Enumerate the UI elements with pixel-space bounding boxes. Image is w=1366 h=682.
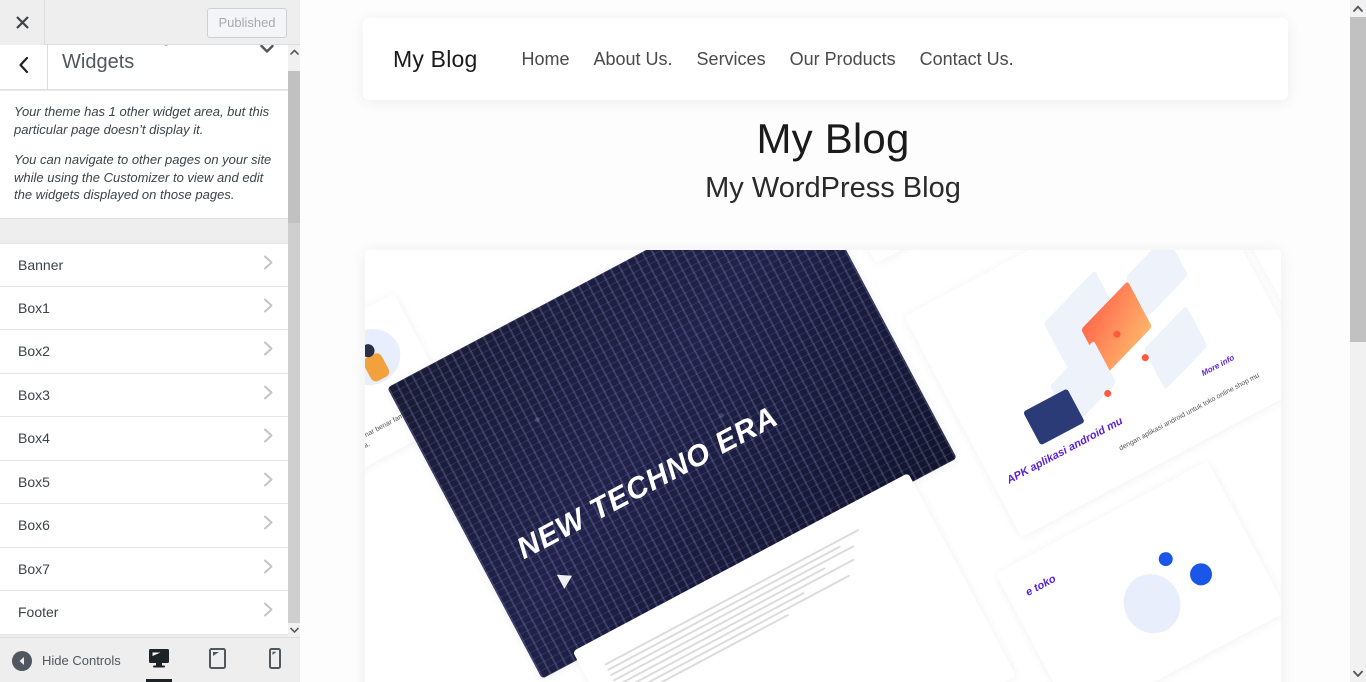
chevron-right-icon (263, 254, 274, 275)
customizer-sidebar: Published You are customizing Widgets (0, 0, 300, 682)
nav-link-about-us[interactable]: About Us. (594, 49, 673, 70)
chevron-right-icon (263, 341, 274, 362)
back-button[interactable] (0, 45, 48, 89)
widget-area-box2[interactable]: Box2 (0, 330, 288, 374)
chevron-right-icon (263, 471, 274, 492)
widget-area-box5[interactable]: Box5 (0, 460, 288, 504)
site-navigation: Home About Us. Services Our Products Con… (521, 49, 1013, 70)
widget-area-box1[interactable]: Box1 (0, 286, 288, 330)
preview-scroll-up-icon[interactable] (1350, 0, 1366, 17)
customizer-app: Published You are customizing Widgets (0, 0, 1366, 682)
play-icon[interactable] (556, 568, 576, 589)
preview-scrollbar-thumb[interactable] (1350, 17, 1366, 342)
site-preview-frame: My Blog Home About Us. Services Our Prod… (300, 0, 1366, 682)
widget-area-footer[interactable]: Footer (0, 591, 288, 635)
chevron-right-icon (263, 558, 274, 579)
collapse-arrow-icon (12, 650, 32, 671)
list-item-label: Box5 (18, 473, 50, 490)
banner-more-info-link[interactable]: More info (1200, 353, 1236, 378)
close-x-icon (15, 15, 30, 30)
chevron-left-icon (17, 56, 30, 79)
list-item-label: Box3 (18, 386, 50, 403)
chevron-right-icon (263, 602, 274, 623)
banner-widget-card: pos solutions m nggunakan booster Aplika… (365, 250, 1281, 682)
close-customizer-button[interactable] (0, 0, 45, 45)
panel-description: Your theme has 1 other widget area, but … (0, 91, 288, 219)
description-paragraph-1: Your theme has 1 other widget area, but … (14, 104, 270, 137)
scroll-down-arrow-icon[interactable] (288, 623, 300, 637)
panel-header: You are customizing Widgets (0, 45, 288, 90)
chevron-right-icon (263, 384, 274, 405)
mobile-icon (269, 647, 281, 674)
list-item-label: Box4 (18, 430, 50, 447)
list-item-label: Footer (18, 604, 59, 621)
panel-meta: You are customizing Widgets (62, 45, 272, 77)
nav-link-our-products[interactable]: Our Products (790, 49, 896, 70)
nav-link-home[interactable]: Home (521, 49, 569, 70)
preview-scroll-down-icon[interactable] (1350, 665, 1366, 682)
chevron-right-icon (263, 428, 274, 449)
widget-area-banner[interactable]: Banner (0, 243, 288, 287)
banner-video-title: NEW TECHNO ERA (511, 400, 784, 566)
device-mobile-button[interactable] (260, 638, 290, 682)
chevron-right-icon (263, 515, 274, 536)
scroll-up-arrow-icon[interactable] (288, 45, 300, 59)
nav-link-contact-us[interactable]: Contact Us. (920, 49, 1014, 70)
device-preview-buttons (144, 638, 290, 682)
customizer-footer-bar: Hide Controls (0, 637, 300, 682)
description-paragraph-2: You can navigate to other pages on your … (14, 152, 272, 202)
site-title: My Blog (756, 115, 910, 162)
publish-button[interactable]: Published (207, 8, 287, 38)
sidebar-scrollbar[interactable] (288, 45, 300, 637)
list-item-label: Box7 (18, 560, 50, 577)
hide-controls-button[interactable]: Hide Controls (12, 638, 121, 682)
hide-controls-label: Hide Controls (42, 653, 121, 668)
site-title-block: My Blog My WordPress Blog (300, 112, 1366, 210)
collapse-icon[interactable] (260, 45, 274, 58)
banner-body-text-5: i kami (829, 637, 966, 682)
preview-scrollbar[interactable] (1350, 0, 1366, 682)
list-item-label: Box6 (18, 517, 50, 534)
nav-link-services[interactable]: Services (697, 49, 766, 70)
desktop-icon (148, 648, 170, 673)
banner-rotated-collage: pos solutions m nggunakan booster Aplika… (365, 250, 1281, 682)
widget-area-box4[interactable]: Box4 (0, 417, 288, 461)
tablet-icon (208, 647, 226, 674)
list-item-label: Box1 (18, 299, 50, 316)
site-header: My Blog Home About Us. Services Our Prod… (363, 18, 1288, 100)
device-desktop-button[interactable] (144, 638, 174, 682)
site-tagline: My WordPress Blog (705, 172, 961, 204)
list-item-label: Banner (18, 256, 64, 273)
device-tablet-button[interactable] (202, 638, 232, 682)
banner-caption-toko: e toko (1023, 572, 1059, 599)
chevron-right-icon (263, 297, 274, 318)
panel-title: Widgets (62, 51, 135, 73)
list-item-label: Box2 (18, 343, 50, 360)
widget-area-box7[interactable]: Box7 (0, 547, 288, 591)
sidebar-scrollbar-track[interactable] (288, 223, 300, 623)
customizer-header-bar: Published (0, 0, 300, 45)
sidebar-scrollbar-thumb[interactable] (288, 71, 300, 223)
widget-area-box6[interactable]: Box6 (0, 504, 288, 548)
widget-area-box3[interactable]: Box3 (0, 373, 288, 417)
site-brand-link[interactable]: My Blog (393, 46, 477, 73)
banner-stage: pos solutions m nggunakan booster Aplika… (365, 250, 1281, 682)
widget-area-list: Banner Box1 Box2 Box3 Box4 Box5 Box6 Box… (0, 243, 288, 635)
